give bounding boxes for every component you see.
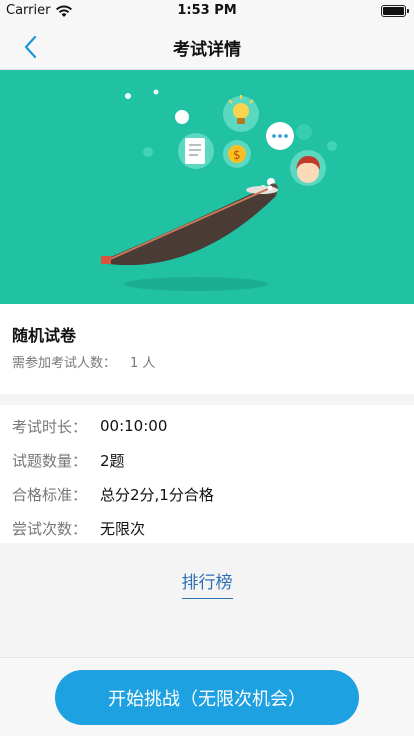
quiz-illustration: $ [101,89,337,291]
ranking-link[interactable]: 排行榜 [181,568,233,599]
detail-value: 无限次 [100,519,146,538]
participants-value: 1 人 [130,356,156,371]
ranking-link-container: 排行榜 [0,568,414,599]
exam-details-list: 考试时长： 00:10:00 试题数量： 2题 合格标准： 总分2分,1分合格 … [0,405,414,543]
svg-text:$: $ [233,148,241,162]
navigation-bar: 考试详情 [0,22,414,70]
detail-label: 合格标准： [12,485,88,504]
detail-row-attempts: 尝试次数： 无限次 [0,511,414,545]
detail-row-pass-standard: 合格标准： 总分2分,1分合格 [0,477,414,511]
detail-row-question-count: 试题数量： 2题 [0,443,414,477]
exam-banner-illustration: $ [0,70,414,304]
status-time: 1:53 PM [177,3,237,18]
detail-label: 尝试次数： [12,519,88,538]
detail-label: 考试时长： [12,417,88,436]
status-bar: Carrier 1:53 PM [0,0,414,22]
detail-row-duration: 考试时长： 00:10:00 [0,409,414,443]
exam-name: 随机试卷 [12,326,77,345]
detail-value: 总分2分,1分合格 [100,485,214,504]
participants-info: 需参加考试人数： 1 人 [12,352,155,371]
detail-value: 2题 [100,451,125,470]
detail-label: 试题数量： [12,451,88,470]
bottom-action-bar: 开始挑战（无限次机会） [0,657,414,736]
start-challenge-button[interactable]: 开始挑战（无限次机会） [55,670,359,725]
participants-label: 需参加考试人数： [12,356,117,371]
page-title: 考试详情 [173,40,241,60]
exam-info-card: 随机试卷 需参加考试人数： 1 人 [0,304,414,394]
battery-icon [381,5,409,17]
detail-value: 00:10:00 [100,417,168,435]
